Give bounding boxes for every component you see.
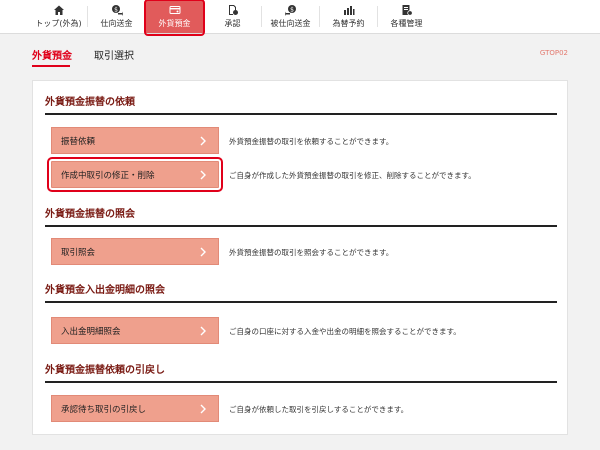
nav-label: 為替予約 xyxy=(332,19,365,28)
approve-icon xyxy=(227,4,239,16)
settings-icon xyxy=(401,4,413,16)
chevron-right-icon xyxy=(200,247,206,257)
transaction-inquiry-button[interactable]: 取引照会 xyxy=(51,238,219,265)
title-underline xyxy=(32,65,70,67)
chevron-right-icon xyxy=(200,136,206,146)
svg-text:$: $ xyxy=(114,6,118,13)
statement-inquiry-button[interactable]: 入出金明細照会 xyxy=(51,317,219,344)
withdraw-pending-description: ご自身が依頼した取引を引戻しすることができます。 xyxy=(229,405,409,414)
button-label: 振替依頼 xyxy=(61,136,96,147)
nav-label: 被仕向送金 xyxy=(270,19,311,28)
withdraw-pending-button[interactable]: 承認待ち取引の引戻し xyxy=(51,395,219,422)
chevron-right-icon xyxy=(200,170,206,180)
transaction-inquiry-description: 外貨預金振替の取引を照会することができます。 xyxy=(229,248,394,257)
nav-item-outward-remittance[interactable]: $ 仕向送金 xyxy=(88,0,145,33)
chart-icon xyxy=(343,4,355,16)
nav-item-approval[interactable]: 承認 xyxy=(204,0,261,33)
chevron-right-icon xyxy=(200,326,206,336)
section-title-withdraw-request: 外貨預金振替依頼の引戻し xyxy=(45,361,557,383)
chevron-right-icon xyxy=(200,404,206,414)
coin-send-icon: $ xyxy=(111,4,123,16)
edit-delete-draft-button[interactable]: 作成中取引の修正・削除 xyxy=(47,157,223,192)
nav-label: 外貨預金 xyxy=(158,19,191,28)
nav-label: 仕向送金 xyxy=(100,19,133,28)
edit-delete-draft-description: ご自身が作成した外貨預金振替の取引を修正、削除することができます。 xyxy=(229,171,476,180)
page-header: 外貨預金 取引選択 GTOP02 xyxy=(0,35,600,73)
screen-code: GTOP02 xyxy=(539,49,568,57)
nav-item-management[interactable]: 各種管理 xyxy=(378,0,435,33)
page-subtitle: 取引選択 xyxy=(94,50,134,62)
svg-text:$: $ xyxy=(290,6,294,13)
button-label: 承認待ち取引の引戻し xyxy=(61,404,147,415)
button-label: 作成中取引の修正・削除 xyxy=(61,170,155,181)
section-title-transfer-inquiry: 外貨預金振替の照会 xyxy=(45,205,557,227)
statement-inquiry-description: ご自身の口座に対する入金や出金の明細を照会することができます。 xyxy=(229,327,461,336)
transfer-request-description: 外貨預金振替の取引を依頼することができます。 xyxy=(229,137,394,146)
nav-item-fx-contract[interactable]: 為替予約 xyxy=(320,0,377,33)
transfer-request-button[interactable]: 振替依頼 xyxy=(51,127,219,154)
nav-item-inward-remittance[interactable]: $ 被仕向送金 xyxy=(262,0,319,33)
section-title-transfer-request: 外貨預金振替の依頼 xyxy=(45,93,557,115)
top-navigation: トップ(外為) $ 仕向送金 外貨預金 承認 $ 被仕向送金 為替予約 各種管理 xyxy=(0,0,600,36)
home-icon xyxy=(53,4,65,16)
nav-item-top[interactable]: トップ(外為) xyxy=(30,0,87,33)
section-title-statement-inquiry: 外貨預金入出金明細の照会 xyxy=(45,281,557,303)
nav-label: 承認 xyxy=(224,19,241,28)
button-label: 取引照会 xyxy=(61,247,96,258)
card-icon xyxy=(169,4,181,16)
nav-label: 各種管理 xyxy=(390,19,423,28)
nav-item-foreign-deposit[interactable]: 外貨預金 xyxy=(144,0,205,36)
coin-receive-icon: $ xyxy=(284,4,297,16)
main-panel: 外貨預金振替の依頼 振替依頼 外貨預金振替の取引を依頼することができます。 作成… xyxy=(32,80,568,435)
nav-label: トップ(外為) xyxy=(35,19,82,28)
page-title: 外貨預金 xyxy=(32,50,72,62)
button-label: 入出金明細照会 xyxy=(61,326,121,337)
